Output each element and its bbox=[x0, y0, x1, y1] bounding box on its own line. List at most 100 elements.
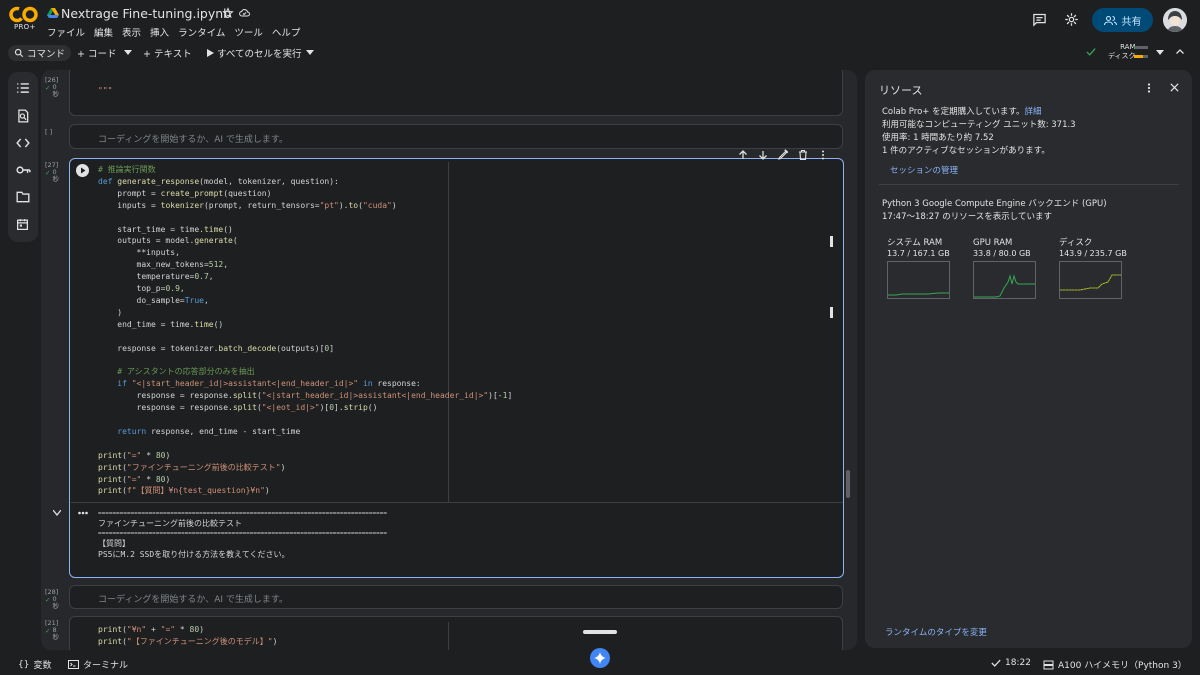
empty-cell-exec-count: [ ] bbox=[45, 128, 53, 136]
play-icon bbox=[207, 49, 214, 57]
close-panel-icon[interactable] bbox=[1169, 82, 1180, 93]
empty-cell-placeholder[interactable]: コーディングを開始するか、AI で生成します。 bbox=[98, 132, 288, 145]
terminal-button[interactable]: ターミナル bbox=[68, 658, 128, 671]
cell-26-gutter: [26] ✓ 0 秒 bbox=[45, 76, 59, 98]
notebook-area[interactable]: [26] ✓ 0 秒 """ [ ] コーディングを開始するか、AI で生成します… bbox=[41, 70, 857, 650]
move-cell-up-icon[interactable] bbox=[737, 149, 749, 161]
ram-usage-fill bbox=[1134, 46, 1136, 49]
code-dropdown-chevron-icon[interactable] bbox=[124, 50, 132, 56]
menu-runtime[interactable]: ランタイム bbox=[178, 25, 225, 39]
menu-help[interactable]: ヘルプ bbox=[272, 25, 301, 39]
left-side-rail bbox=[8, 72, 38, 242]
bottom-drag-handle[interactable] bbox=[583, 630, 617, 634]
cell-27-gutter: [27] ✓ 0 秒 bbox=[45, 161, 59, 183]
table-of-contents-icon[interactable] bbox=[16, 82, 30, 94]
calendar-schedule-icon[interactable] bbox=[16, 218, 29, 231]
disk-gauge: ディスク 143.9 / 235.7 GB bbox=[1059, 238, 1127, 299]
system-ram-sparkline bbox=[888, 292, 949, 296]
cell-28-gutter: [28] ✓ 0 秒 bbox=[45, 588, 59, 610]
disk-value: 143.9 / 235.7 GB bbox=[1059, 249, 1127, 258]
cell-more-options-icon[interactable] bbox=[817, 149, 829, 161]
share-button[interactable]: 共有 bbox=[1092, 8, 1153, 32]
google-drive-icon bbox=[47, 8, 59, 18]
cell-21-code[interactable]: print("¥n" + "=" * 80) print("【ファインチューニン… bbox=[98, 624, 277, 648]
secrets-key-icon[interactable] bbox=[16, 164, 31, 176]
minimap-marker bbox=[830, 307, 833, 318]
subscription-text: Colab Pro+ を定期購入しています。 bbox=[882, 107, 1025, 117]
edit-cell-pencil-icon[interactable] bbox=[777, 149, 789, 161]
menu-insert[interactable]: 挿入 bbox=[150, 25, 169, 39]
find-replace-icon[interactable] bbox=[16, 109, 30, 123]
variables-label: 変数 bbox=[33, 661, 52, 671]
output-line-5: PS5にM.2 SSDを取り付ける方法を教えてください。 bbox=[98, 550, 290, 559]
change-runtime-type-link[interactable]: ランタイムのタイプを変更 bbox=[885, 626, 987, 638]
command-palette-button[interactable]: コマンド bbox=[8, 45, 72, 61]
output-line-2: ファインチューニング前後の比較テスト bbox=[98, 519, 242, 528]
execution-time: 18:22 bbox=[1005, 658, 1031, 668]
system-ram-label: システム RAM bbox=[887, 238, 943, 248]
settings-gear-icon[interactable] bbox=[1064, 12, 1079, 27]
backend-text: Python 3 Google Compute Engine バックエンド (G… bbox=[882, 199, 1107, 209]
panel-resize-handle[interactable] bbox=[846, 470, 850, 498]
add-code-label: + コード bbox=[77, 49, 117, 60]
notebook-title[interactable]: Nextrage Fine-tuning.ipynb bbox=[61, 6, 231, 21]
execution-status[interactable]: 18:22 bbox=[991, 658, 1031, 668]
code-line-length-ruler bbox=[448, 622, 449, 650]
cell-21-gutter: [21] ✓ 8 秒 bbox=[45, 619, 59, 641]
gemini-button[interactable] bbox=[590, 648, 610, 668]
cell-27-code-editor[interactable]: # 推論実行関数 def generate_response(model, to… bbox=[98, 164, 512, 497]
output-line-3: ========================================… bbox=[98, 529, 387, 537]
details-link[interactable]: 詳細 bbox=[1025, 107, 1042, 117]
cell-28-placeholder[interactable]: コーディングを開始するか、AI で生成します。 bbox=[98, 592, 288, 605]
delete-cell-trash-icon[interactable] bbox=[797, 149, 809, 161]
cell-21-success-check-icon: ✓ bbox=[45, 627, 51, 635]
runtime-dropdown-chevron-icon[interactable] bbox=[1156, 50, 1164, 56]
menu-bar: ファイル 編集 表示 挿入 ランタイム ツール ヘルプ bbox=[47, 25, 300, 39]
pro-badge: PRO+ bbox=[14, 23, 36, 31]
output-actions-icon[interactable] bbox=[78, 511, 88, 515]
subscription-line: Colab Pro+ を定期購入しています。詳細 bbox=[882, 105, 1042, 117]
cloud-saved-icon[interactable] bbox=[238, 7, 251, 19]
disk-sparkline bbox=[1060, 274, 1121, 291]
terminal-icon bbox=[68, 660, 79, 669]
run-all-dropdown-chevron-icon[interactable] bbox=[306, 50, 314, 56]
cell-26-duration: 0 秒 bbox=[52, 83, 59, 98]
gpu-ram-value: 33.8 / 80.0 GB bbox=[973, 249, 1031, 258]
resources-panel: リソース Colab Pro+ を定期購入しています。詳細 利用可能なコンピュー… bbox=[865, 70, 1192, 648]
runtime-type-indicator[interactable]: A100 ハイメモリ（Python 3） bbox=[1043, 658, 1187, 671]
gpu-ram-gauge: GPU RAM 33.8 / 80.0 GB bbox=[973, 238, 1036, 299]
run-cell-button[interactable] bbox=[76, 164, 89, 177]
ram-disk-indicator[interactable]: RAM ディスク bbox=[1108, 43, 1136, 61]
gpu-ram-sparkline bbox=[974, 274, 1035, 298]
variables-button[interactable]: {} 変数 bbox=[18, 658, 52, 672]
colab-logo[interactable]: PRO+ bbox=[9, 6, 41, 34]
cell-28-duration: 0 秒 bbox=[52, 595, 59, 610]
run-all-button[interactable]: すべてのセルを実行 bbox=[207, 46, 301, 60]
runtime-label: A100 ハイメモリ（Python 3） bbox=[1058, 661, 1187, 671]
comment-icon[interactable] bbox=[1032, 12, 1047, 27]
star-icon[interactable] bbox=[222, 7, 234, 19]
search-icon bbox=[14, 48, 24, 58]
move-cell-down-icon[interactable] bbox=[757, 149, 769, 161]
collapse-output-chevron-icon[interactable] bbox=[53, 510, 61, 516]
command-label: コマンド bbox=[27, 49, 66, 60]
run-cell-play-icon bbox=[81, 167, 86, 174]
files-folder-icon[interactable] bbox=[16, 191, 30, 203]
code-snippets-icon[interactable] bbox=[16, 137, 30, 149]
collapse-header-chevron-icon[interactable] bbox=[1174, 46, 1186, 58]
cell-21-duration: 8 秒 bbox=[52, 626, 59, 641]
add-text-button[interactable]: + テキスト bbox=[143, 46, 192, 60]
menu-file[interactable]: ファイル bbox=[47, 25, 85, 39]
menu-tools[interactable]: ツール bbox=[234, 25, 263, 39]
gpu-ram-label: GPU RAM bbox=[973, 238, 1013, 248]
cell-toolbar bbox=[737, 149, 829, 161]
menu-view[interactable]: 表示 bbox=[122, 25, 141, 39]
menu-edit[interactable]: 編集 bbox=[94, 25, 113, 39]
user-avatar[interactable] bbox=[1163, 8, 1187, 32]
add-code-button[interactable]: + コード bbox=[77, 46, 116, 60]
panel-more-options-icon[interactable] bbox=[1144, 82, 1154, 94]
manage-sessions-link[interactable]: セッションの管理 bbox=[890, 164, 958, 176]
cell-26[interactable] bbox=[69, 70, 843, 116]
cell-28-success-check-icon: ✓ bbox=[45, 596, 51, 604]
ram-usage-bar bbox=[1134, 46, 1148, 49]
